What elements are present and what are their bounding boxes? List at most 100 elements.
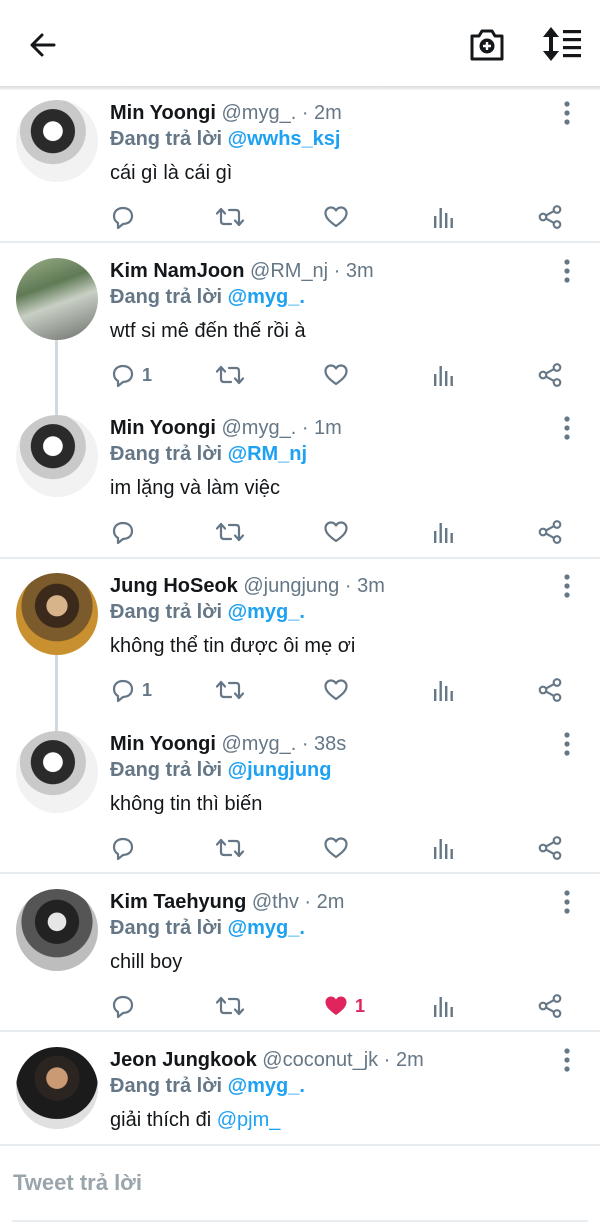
display-name[interactable]: Min Yoongi	[110, 417, 216, 439]
tweet[interactable]: Kim NamJoon @RM_nj · 3m Đang trả lời @my…	[0, 256, 600, 406]
share-button[interactable]	[537, 833, 563, 863]
tweet-text-content: không tin thì biến	[110, 793, 263, 815]
top-app-bar	[0, 0, 600, 88]
more-options-icon[interactable]	[558, 414, 576, 442]
tweet-text: chill boy	[110, 949, 182, 975]
reply-button[interactable]	[110, 202, 142, 232]
like-button[interactable]	[323, 517, 355, 547]
tweet-actions: 1	[0, 675, 600, 705]
analytics-button[interactable]	[431, 202, 455, 232]
reply-composer[interactable]: Tweet trả lời	[0, 1146, 600, 1226]
share-button[interactable]	[537, 675, 563, 705]
replying-to-mention[interactable]: @RM_nj	[228, 443, 308, 465]
reply-button[interactable]	[110, 833, 142, 863]
avatar[interactable]	[16, 1047, 98, 1129]
share-button[interactable]	[537, 991, 563, 1021]
tweet-header: Kim Taehyung @thv · 2m	[110, 890, 344, 914]
reply-button[interactable]: 1	[110, 360, 152, 390]
avatar[interactable]	[16, 258, 98, 340]
like-button[interactable]	[323, 833, 355, 863]
replying-to: Đang trả lời @wwhs_ksj	[110, 127, 340, 151]
analytics-button[interactable]	[431, 675, 455, 705]
display-name[interactable]: Jeon Jungkook	[110, 1049, 257, 1071]
replying-to-label: Đang trả lời	[110, 128, 223, 150]
display-name[interactable]: Min Yoongi	[110, 733, 216, 755]
avatar[interactable]	[16, 573, 98, 655]
analytics-button[interactable]	[431, 991, 455, 1021]
display-name[interactable]: Jung HoSeok	[110, 575, 238, 597]
avatar[interactable]	[16, 889, 98, 971]
retweet-button[interactable]	[215, 360, 245, 390]
reply-input-placeholder[interactable]: Tweet trả lời	[13, 1170, 142, 1196]
back-arrow-icon[interactable]	[24, 26, 62, 64]
replying-to-mention[interactable]: @myg_.	[228, 601, 305, 623]
tweet-actions: 1	[0, 360, 600, 390]
reply-icon	[110, 993, 136, 1019]
user-handle: @jungjung	[243, 575, 340, 597]
more-options-icon[interactable]	[558, 888, 576, 916]
replying-to-mention[interactable]: @wwhs_ksj	[228, 128, 341, 150]
sort-icon[interactable]	[540, 24, 584, 64]
replying-to-label: Đang trả lời	[110, 917, 223, 939]
tweet-text-content: cái gì là cái gì	[110, 162, 233, 184]
share-icon	[537, 362, 563, 388]
share-button[interactable]	[537, 360, 563, 390]
like-button[interactable]	[323, 202, 355, 232]
user-handle: @thv	[251, 891, 299, 913]
replying-to-mention[interactable]: @jungjung	[228, 759, 332, 781]
reply-button[interactable]: 1	[110, 675, 152, 705]
avatar[interactable]	[16, 731, 98, 813]
tweet-text: wtf si mê đến thế rồi à	[110, 318, 306, 344]
reply-button[interactable]	[110, 517, 142, 547]
replying-to-mention[interactable]: @myg_.	[228, 1075, 305, 1097]
share-icon	[537, 993, 563, 1019]
tweet-text-content: im lặng và làm việc	[110, 477, 281, 499]
more-options-icon[interactable]	[558, 99, 576, 127]
replying-to-label: Đang trả lời	[110, 286, 223, 308]
analytics-button[interactable]	[431, 833, 455, 863]
display-name[interactable]: Min Yoongi	[110, 102, 216, 124]
bar-chart-icon	[431, 204, 455, 230]
tweet-header: Jeon Jungkook @coconut_jk · 2m	[110, 1048, 424, 1072]
tweet-actions	[0, 202, 600, 232]
bar-chart-icon	[431, 362, 455, 388]
replying-to: Đang trả lời @myg_.	[110, 1074, 305, 1098]
more-options-icon[interactable]	[558, 572, 576, 600]
replying-to-mention[interactable]: @myg_.	[228, 917, 305, 939]
retweet-button[interactable]	[215, 833, 245, 863]
more-options-icon[interactable]	[558, 730, 576, 758]
display-name[interactable]: Kim Taehyung	[110, 891, 246, 913]
analytics-button[interactable]	[431, 360, 455, 390]
like-button[interactable]	[323, 675, 355, 705]
more-options-icon[interactable]	[558, 257, 576, 285]
camera-plus-icon[interactable]	[466, 24, 508, 66]
tweet-divider	[0, 557, 600, 559]
retweet-icon	[215, 677, 245, 703]
tweet-actions	[0, 517, 600, 547]
tweet[interactable]: Min Yoongi @myg_. · 2m Đang trả lời @wwh…	[0, 98, 600, 248]
reply-count: 1	[142, 364, 153, 385]
header-shadow	[0, 86, 600, 90]
display-name[interactable]: Kim NamJoon	[110, 260, 244, 282]
avatar[interactable]	[16, 100, 98, 182]
tweet[interactable]: Jung HoSeok @jungjung · 3m Đang trả lời …	[0, 571, 600, 721]
share-button[interactable]	[537, 517, 563, 547]
tweet[interactable]: Min Yoongi @myg_. · 38s Đang trả lời @ju…	[0, 729, 600, 879]
tweet[interactable]: Min Yoongi @myg_. · 1m Đang trả lời @RM_…	[0, 413, 600, 563]
tweet-text: im lặng và làm việc	[110, 475, 280, 501]
retweet-button[interactable]	[215, 991, 245, 1021]
retweet-button[interactable]	[215, 517, 245, 547]
like-button[interactable]: 1	[323, 991, 365, 1021]
like-button[interactable]	[323, 360, 355, 390]
tweet-text-mention[interactable]: @pjm_	[217, 1109, 281, 1131]
reply-button[interactable]	[110, 991, 142, 1021]
analytics-button[interactable]	[431, 517, 455, 547]
replying-to-mention[interactable]: @myg_.	[228, 286, 305, 308]
retweet-button[interactable]	[215, 675, 245, 705]
more-options-icon[interactable]	[558, 1046, 576, 1074]
tweet[interactable]: Kim Taehyung @thv · 2m Đang trả lời @myg…	[0, 887, 600, 1037]
retweet-button[interactable]	[215, 202, 245, 232]
avatar[interactable]	[16, 415, 98, 497]
share-button[interactable]	[537, 202, 563, 232]
tweet-divider	[0, 1030, 600, 1032]
